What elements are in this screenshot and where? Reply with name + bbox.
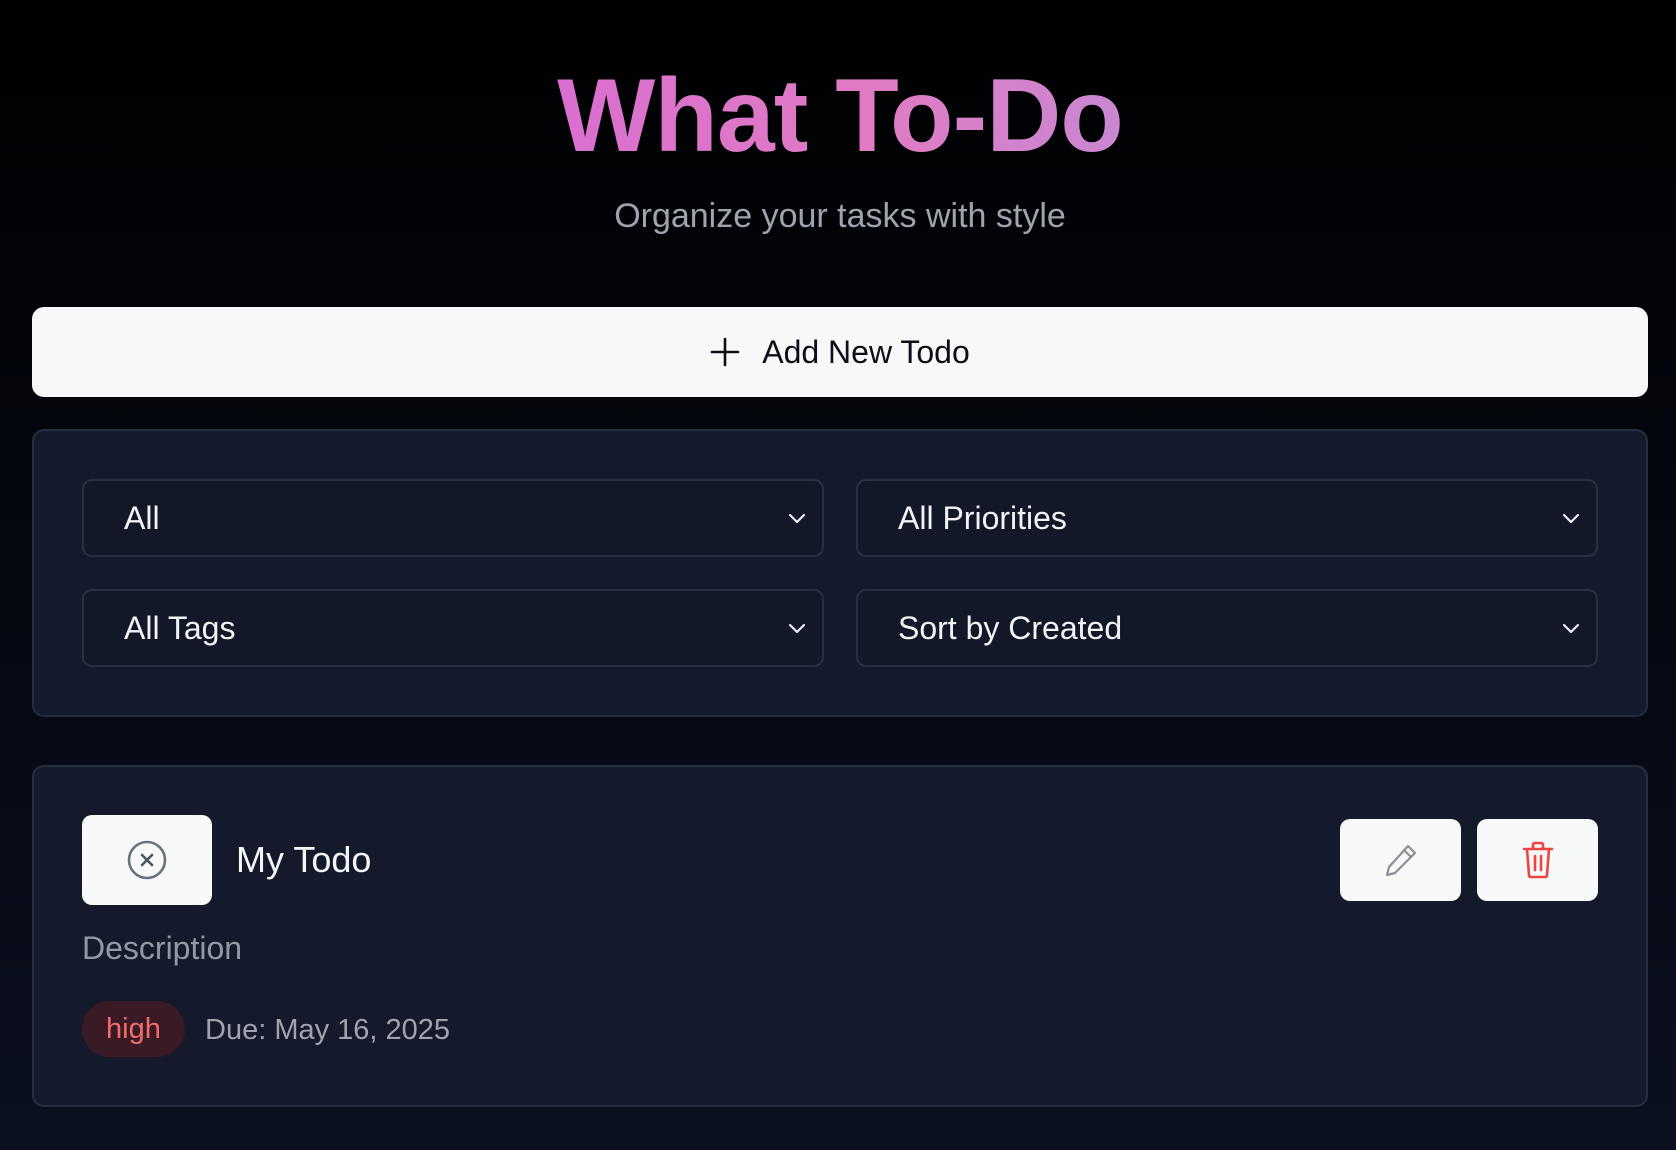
- toggle-complete-button[interactable]: [82, 815, 212, 905]
- edit-todo-button[interactable]: [1340, 819, 1461, 901]
- status-filter-value: All: [124, 499, 160, 536]
- circle-x-icon: [127, 840, 167, 880]
- chevron-down-icon: [788, 623, 806, 634]
- chevron-down-icon: [1562, 623, 1580, 634]
- tags-filter-select[interactable]: All Tags: [82, 589, 824, 667]
- todo-card: My Todo Description high Due: May 16, 20…: [32, 765, 1648, 1107]
- app-container: What To-Do Organize your tasks with styl…: [32, 0, 1648, 1150]
- priority-filter-select[interactable]: All Priorities: [856, 479, 1598, 557]
- chevron-down-icon: [788, 513, 806, 524]
- add-new-todo-label: Add New Todo: [762, 333, 970, 370]
- sort-select[interactable]: Sort by Created: [856, 589, 1598, 667]
- status-filter-select[interactable]: All: [82, 479, 824, 557]
- filters-panel: All All Priorities All Tags Sort by Crea…: [32, 429, 1648, 717]
- trash-icon: [1522, 841, 1553, 879]
- app-title: What To-Do: [32, 56, 1648, 176]
- pencil-icon: [1385, 844, 1416, 877]
- due-date: Due: May 16, 2025: [205, 1014, 451, 1046]
- add-new-todo-button[interactable]: Add New Todo: [32, 307, 1648, 397]
- delete-todo-button[interactable]: [1477, 819, 1598, 901]
- todo-title: My Todo: [236, 839, 372, 880]
- sort-select-value: Sort by Created: [898, 609, 1123, 646]
- todo-description: Description: [82, 930, 243, 966]
- app-subtitle: Organize your tasks with style: [614, 197, 1066, 235]
- priority-badge: high: [82, 1001, 185, 1057]
- tags-filter-value: All Tags: [124, 609, 236, 646]
- priority-filter-value: All Priorities: [898, 499, 1067, 536]
- chevron-down-icon: [1562, 513, 1580, 524]
- app-title-text: What To-Do: [557, 58, 1124, 174]
- plus-icon: [710, 337, 740, 367]
